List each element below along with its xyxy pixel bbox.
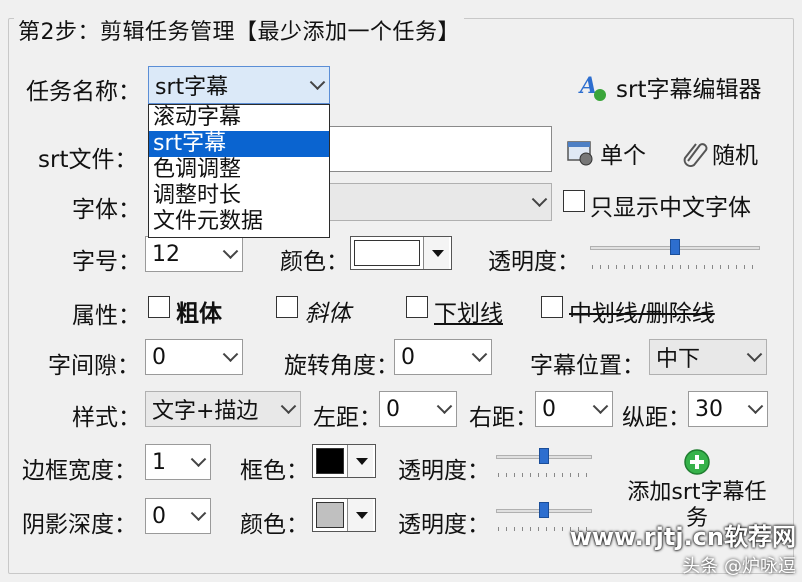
- font-size-value: 12: [152, 241, 180, 267]
- chevron-down-icon: [746, 346, 763, 363]
- file-icon: [567, 141, 593, 166]
- dropdown-option[interactable]: 文件元数据: [149, 209, 329, 235]
- shadow-opacity-slider-thumb[interactable]: [539, 502, 549, 518]
- border-color-swatch: [316, 448, 344, 474]
- only-chinese-fonts-checkbox[interactable]: [563, 190, 585, 212]
- strikethrough-checkbox[interactable]: [541, 296, 563, 318]
- font-size-select[interactable]: 12: [145, 236, 243, 272]
- shadow-opacity-label: 透明度：: [398, 512, 490, 538]
- caret-down-icon: [347, 499, 373, 531]
- right-margin-value: 0: [542, 396, 556, 422]
- border-width-select[interactable]: 1: [145, 444, 211, 480]
- chevron-down-icon: [190, 451, 207, 468]
- slider-ticks: [498, 473, 592, 477]
- left-margin-value: 0: [386, 396, 400, 422]
- add-icon: [684, 449, 710, 475]
- style-select[interactable]: 文字+描边: [145, 391, 301, 427]
- task-name-select[interactable]: srt字幕: [148, 66, 330, 104]
- style-value: 文字+描边: [152, 399, 259, 424]
- border-color-label: 框色：: [240, 458, 309, 484]
- italic-label: 斜体: [305, 301, 351, 327]
- chevron-down-icon: [222, 243, 239, 260]
- vertical-margin-label: 纵距：: [622, 405, 691, 431]
- shadow-color-swatch: [316, 502, 344, 528]
- letter-spacing-select[interactable]: 0: [145, 339, 243, 375]
- chevron-down-icon: [309, 74, 326, 91]
- only-chinese-fonts-label: 只显示中文字体: [590, 195, 751, 221]
- chevron-down-icon: [280, 398, 297, 415]
- dropdown-option[interactable]: 调整时长: [149, 183, 329, 209]
- chevron-down-icon: [190, 505, 207, 522]
- chevron-down-icon: [471, 346, 488, 363]
- chevron-down-icon: [592, 398, 609, 415]
- attributes-label: 属性：: [72, 303, 141, 329]
- font-editor-icon: A: [578, 73, 606, 101]
- underline-label: 下划线: [434, 301, 503, 327]
- random-file-button[interactable]: 随机: [680, 136, 758, 170]
- caret-down-icon: [423, 237, 449, 269]
- letter-spacing-value: 0: [152, 344, 166, 370]
- dropdown-option[interactable]: 色调调整: [149, 157, 329, 183]
- dropdown-option-selected[interactable]: srt字幕: [149, 131, 329, 157]
- caret-down-icon: [347, 445, 373, 477]
- random-file-label: 随机: [712, 143, 758, 169]
- chevron-down-icon: [222, 346, 239, 363]
- font-color-swatch: [354, 240, 420, 266]
- chevron-down-icon: [436, 398, 453, 415]
- right-margin-select[interactable]: 0: [535, 391, 613, 427]
- right-margin-label: 右距：: [469, 405, 538, 431]
- underline-checkbox[interactable]: [406, 296, 428, 318]
- strikethrough-label: 中划线/删除线: [569, 301, 715, 327]
- task-name-value: srt字幕: [155, 75, 229, 100]
- srt-file-label: srt文件：: [38, 147, 138, 173]
- subtitle-position-select[interactable]: 中下: [649, 339, 767, 375]
- subtitle-position-value: 中下: [656, 347, 701, 372]
- single-file-button[interactable]: 单个: [566, 136, 646, 170]
- paperclip-icon: [683, 143, 708, 167]
- bold-checkbox[interactable]: [148, 296, 170, 318]
- font-opacity-label: 透明度：: [488, 249, 580, 275]
- border-width-value: 1: [152, 449, 166, 475]
- chevron-down-icon: [747, 398, 764, 415]
- task-type-dropdown[interactable]: 滚动字幕 srt字幕 色调调整 调整时长 文件元数据: [148, 104, 330, 238]
- subtitle-position-label: 字幕位置：: [530, 353, 645, 379]
- shadow-depth-label: 阴影深度：: [22, 512, 137, 538]
- single-file-label: 单个: [600, 143, 646, 169]
- shadow-depth-select[interactable]: 0: [145, 498, 211, 534]
- border-opacity-slider-thumb[interactable]: [539, 448, 549, 464]
- border-opacity-label: 透明度：: [398, 458, 490, 484]
- srt-editor-button[interactable]: A srt字幕编辑器: [578, 70, 761, 104]
- task-name-label: 任务名称：: [26, 79, 141, 105]
- rotation-label: 旋转角度：: [284, 353, 399, 379]
- watermark-site: www.rjtj.cn软荐网: [569, 523, 796, 551]
- font-color-label: 颜色：: [280, 249, 349, 275]
- shadow-color-picker[interactable]: [312, 498, 376, 532]
- font-label: 字体：: [72, 197, 141, 223]
- srt-editor-label: srt字幕编辑器: [616, 77, 762, 103]
- rotation-select[interactable]: 0: [394, 339, 492, 375]
- chevron-down-icon: [531, 191, 548, 208]
- letter-spacing-label: 字间隙：: [48, 353, 140, 379]
- slider-ticks: [592, 265, 760, 269]
- border-width-label: 边框宽度：: [22, 458, 137, 484]
- font-opacity-slider-thumb[interactable]: [670, 239, 680, 255]
- shadow-depth-value: 0: [152, 503, 166, 529]
- font-size-label: 字号：: [72, 249, 141, 275]
- italic-checkbox[interactable]: [276, 296, 298, 318]
- dropdown-option[interactable]: 滚动字幕: [149, 105, 329, 131]
- left-margin-label: 左距：: [313, 405, 382, 431]
- style-label: 样式：: [72, 405, 141, 431]
- bold-label: 粗体: [176, 301, 222, 327]
- vertical-margin-select[interactable]: 30: [688, 391, 768, 427]
- border-color-picker[interactable]: [312, 444, 376, 478]
- group-title: 第2步：剪辑任务管理【最少添加一个任务】: [14, 14, 464, 46]
- shadow-color-label: 颜色：: [240, 512, 309, 538]
- rotation-value: 0: [401, 344, 415, 370]
- watermark: www.rjtj.cn软荐网 头条 @炉咏逗: [570, 517, 796, 578]
- watermark-author: 头条 @炉咏逗: [682, 556, 796, 577]
- font-color-picker[interactable]: [350, 236, 452, 270]
- vertical-margin-value: 30: [695, 396, 723, 422]
- left-margin-select[interactable]: 0: [379, 391, 457, 427]
